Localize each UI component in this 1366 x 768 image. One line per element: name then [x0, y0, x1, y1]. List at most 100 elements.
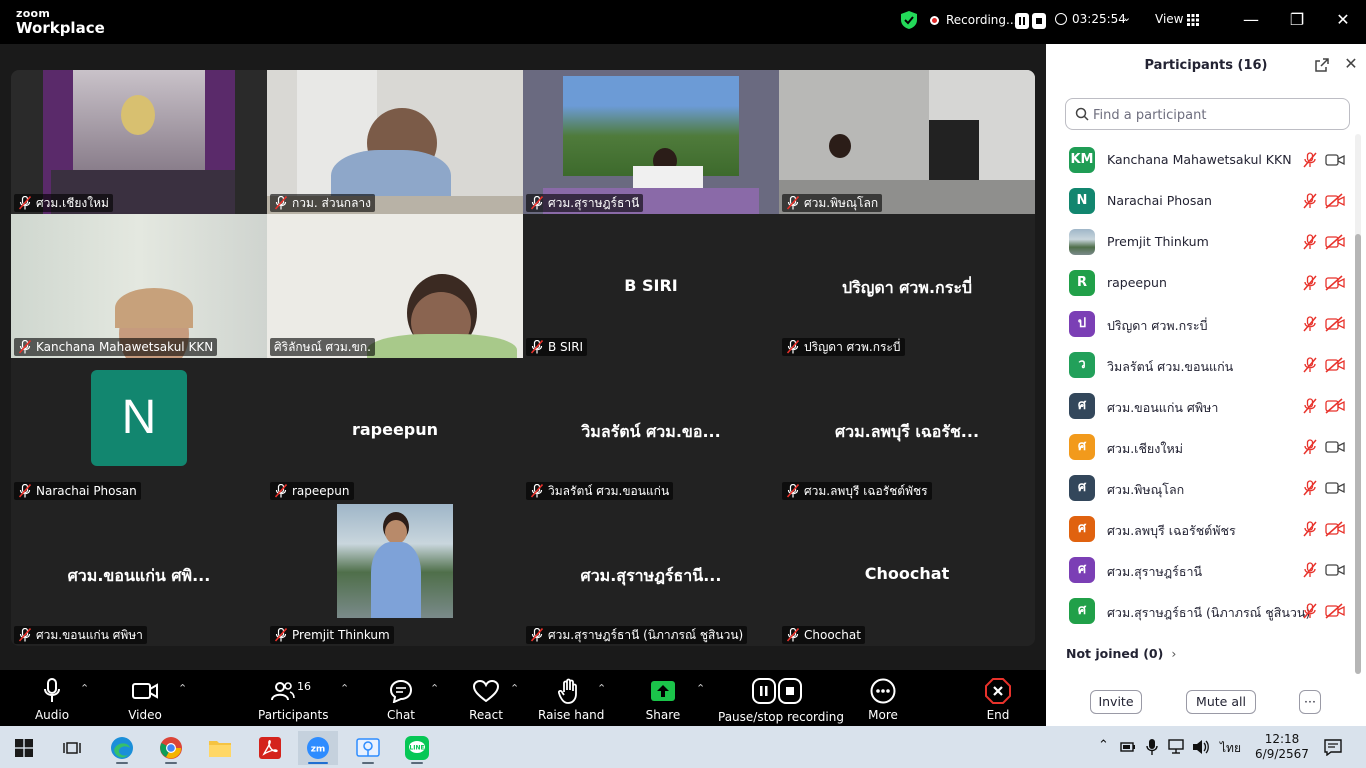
video-button[interactable]: Video — [122, 678, 168, 722]
close-icon[interactable]: ✕ — [1329, 8, 1357, 32]
muted-mic-icon[interactable] — [1302, 439, 1318, 455]
muted-mic-icon[interactable] — [1302, 275, 1318, 291]
system-clock[interactable]: 12:18 6/9/2567 — [1254, 732, 1310, 762]
participant-row[interactable]: Premjit Thinkum — [1046, 222, 1356, 263]
video-tile[interactable]: กวม. ส่วนกลาง — [267, 70, 523, 214]
muted-mic-icon[interactable] — [1302, 357, 1318, 373]
camera-off-icon[interactable] — [1325, 275, 1345, 291]
video-tile[interactable]: ศวม.ขอนแก่น ศพิ... ศวม.ขอนแก่น ศพิษา — [11, 502, 267, 646]
minimize-icon[interactable]: — — [1237, 8, 1265, 32]
pause-stop-recording-button[interactable]: Pause/stop recording — [718, 678, 844, 724]
audio-button[interactable]: Audio — [30, 678, 74, 722]
microphone-tray-icon[interactable] — [1146, 738, 1158, 756]
input-language[interactable]: ไทย — [1220, 739, 1241, 758]
muted-mic-icon[interactable] — [1302, 193, 1318, 209]
view-button[interactable]: View — [1155, 12, 1183, 26]
muted-mic-icon[interactable] — [1302, 398, 1318, 414]
camera-on-icon[interactable] — [1325, 480, 1345, 496]
participant-row[interactable]: ศ ศวม.ขอนแก่น ศพิษา — [1046, 386, 1356, 427]
chat-options-chevron-icon[interactable]: ⌃ — [430, 682, 439, 695]
muted-mic-icon[interactable] — [1302, 480, 1318, 496]
participant-row[interactable]: N Narachai Phosan — [1046, 181, 1356, 222]
panel-more-button[interactable]: ··· — [1299, 690, 1321, 714]
taskbar-acrobat[interactable] — [250, 731, 290, 765]
chat-button[interactable]: Chat — [382, 678, 420, 722]
camera-off-icon[interactable] — [1325, 316, 1345, 332]
camera-on-icon[interactable] — [1325, 562, 1345, 578]
taskbar-chrome[interactable] — [151, 731, 191, 765]
taskbar-zoom-meeting[interactable] — [348, 731, 388, 765]
grid-view-icon[interactable] — [1187, 14, 1199, 26]
camera-off-icon[interactable] — [1325, 357, 1345, 373]
participant-row[interactable]: ศ ศวม.ลพบุรี เฉอรัชต์พัชร — [1046, 509, 1356, 550]
raise-hand-options-chevron-icon[interactable]: ⌃ — [597, 682, 606, 695]
muted-mic-icon[interactable] — [1302, 152, 1318, 168]
video-tile[interactable]: ศวม.เชียงใหม่ — [11, 70, 267, 214]
taskbar-zoom[interactable]: zm — [298, 731, 338, 765]
camera-on-icon[interactable] — [1325, 439, 1345, 455]
muted-mic-icon[interactable] — [1302, 562, 1318, 578]
audio-options-chevron-icon[interactable]: ⌃ — [80, 682, 89, 695]
participant-row[interactable]: ศ ศวม.สุราษฎร์ธานี (นิภาภรณ์ ชูสินวน) — [1046, 591, 1356, 632]
panel-scrollbar-thumb[interactable] — [1355, 234, 1361, 674]
taskbar-line[interactable]: LINE — [397, 731, 437, 765]
participant-row[interactable]: ว วิมลรัตน์ ศวม.ขอนแก่น — [1046, 345, 1356, 386]
camera-off-icon[interactable] — [1325, 398, 1345, 414]
participant-row[interactable]: ศ ศวม.สุราษฎร์ธานี — [1046, 550, 1356, 591]
participant-row[interactable]: ศ ศวม.เชียงใหม่ — [1046, 427, 1356, 468]
muted-mic-icon[interactable] — [1302, 603, 1318, 619]
video-tile[interactable]: N Narachai Phosan — [11, 358, 267, 502]
muted-mic-icon[interactable] — [1302, 521, 1318, 537]
pause-recording-icon[interactable] — [1015, 13, 1029, 29]
search-input[interactable] — [1093, 105, 1343, 125]
raise-hand-button[interactable]: Raise hand — [538, 678, 604, 722]
notifications-icon[interactable] — [1324, 738, 1342, 756]
video-options-chevron-icon[interactable]: ⌃ — [178, 682, 187, 695]
not-joined-toggle[interactable]: Not joined (0) › — [1066, 646, 1176, 661]
video-tile[interactable]: ศวม.สุราษฎร์ธานี... ศวม.สุราษฎร์ธานี (นิภ… — [523, 502, 779, 646]
camera-off-icon[interactable] — [1325, 603, 1345, 619]
invite-button[interactable]: Invite — [1090, 690, 1142, 714]
participant-row[interactable]: Rrapeepun — [1046, 263, 1356, 304]
video-tile[interactable]: rapeepun rapeepun — [267, 358, 523, 502]
encryption-shield-icon[interactable] — [901, 11, 917, 29]
video-tile[interactable]: ศวม.สุราษฎร์ธานี — [523, 70, 779, 214]
network-icon[interactable] — [1167, 739, 1185, 755]
muted-mic-icon[interactable] — [1302, 234, 1318, 250]
chevron-up-icon[interactable]: ⌃ — [1098, 738, 1109, 753]
close-panel-icon[interactable]: ✕ — [1341, 54, 1361, 74]
mute-all-button[interactable]: Mute all — [1186, 690, 1256, 714]
taskbar-file-explorer[interactable] — [200, 731, 240, 765]
video-tile[interactable]: วิมลรัตน์ ศวม.ขอ... วิมลรัตน์ ศวม.ขอนแก่น — [523, 358, 779, 502]
chevron-down-icon[interactable]: ⌄ — [1122, 11, 1131, 24]
participants-button[interactable]: 16 Participants — [258, 678, 329, 723]
react-button[interactable]: React — [468, 678, 504, 722]
video-tile[interactable]: B SIRI B SIRI — [523, 214, 779, 358]
video-tile[interactable]: Choochat Choochat — [779, 502, 1035, 646]
video-tile[interactable]: Premjit Thinkum — [267, 502, 523, 646]
camera-off-icon[interactable] — [1325, 521, 1345, 537]
camera-off-icon[interactable] — [1325, 193, 1345, 209]
participant-search[interactable] — [1065, 98, 1350, 130]
taskbar-edge[interactable] — [102, 731, 142, 765]
react-options-chevron-icon[interactable]: ⌃ — [510, 682, 519, 695]
video-tile[interactable]: Kanchana Mahawetsakul KKN — [11, 214, 267, 358]
video-tile[interactable]: ศวม.พิษณุโลก — [779, 70, 1035, 214]
participant-row[interactable]: ป ปริญดา ศวพ.กระบี่ — [1046, 304, 1356, 345]
start-button[interactable] — [4, 731, 44, 765]
video-tile[interactable]: ปริญดา ศวพ.กระบี่ ปริญดา ศวพ.กระบี่ — [779, 214, 1035, 358]
share-options-chevron-icon[interactable]: ⌃ — [696, 682, 705, 695]
participants-options-chevron-icon[interactable]: ⌃ — [340, 682, 349, 695]
volume-icon[interactable] — [1192, 739, 1210, 755]
pop-out-icon[interactable] — [1315, 58, 1329, 72]
maximize-icon[interactable]: ❐ — [1283, 8, 1311, 32]
stop-recording-icon[interactable] — [1032, 13, 1046, 29]
video-tile[interactable]: ศิริลักษณ์ ศวม.ขก. — [267, 214, 523, 358]
muted-mic-icon[interactable] — [1302, 316, 1318, 332]
camera-on-icon[interactable] — [1325, 152, 1345, 168]
end-meeting-button[interactable]: End — [980, 678, 1016, 722]
participant-row[interactable]: ศ ศวม.พิษณุโลก — [1046, 468, 1356, 509]
participant-row[interactable]: KM Kanchana Mahawetsakul KKN — [1046, 140, 1356, 181]
task-view-button[interactable] — [52, 731, 92, 765]
video-tile[interactable]: ศวม.ลพบุรี เฉอรัช... ศวม.ลพบุรี เฉอรัชต์พ… — [779, 358, 1035, 502]
